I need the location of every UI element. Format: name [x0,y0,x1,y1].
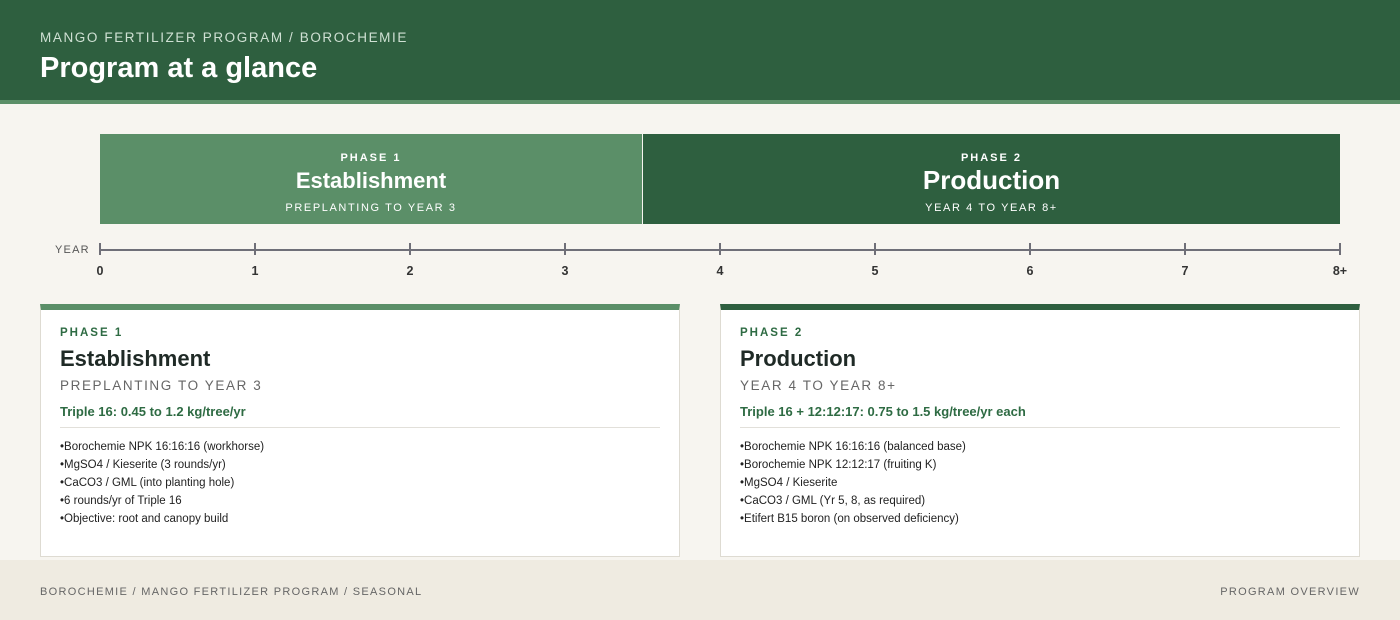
phase-2-card-range: YEAR 4 TO YEAR 8+ [740,378,897,393]
timeline-tick [1339,243,1341,255]
phase-2-band-kicker: PHASE 2 [960,152,1023,164]
timeline-tick [1029,243,1031,255]
list-item: Borochemie NPK 16:16:16 (balanced base) [740,438,966,456]
page-header: MANGO FERTILIZER PROGRAM / BOROCHEMIE Pr… [0,0,1400,104]
timeline-tick [99,243,101,255]
phase-1-product-list: Borochemie NPK 16:16:16 (workhorse) MgSO… [60,438,264,528]
phase-1-card: PHASE 1 Establishment PREPLANTING TO YEA… [40,304,680,557]
list-item: MgSO4 / Kieserite [740,474,966,492]
list-item: CaCO3 / GML (into planting hole) [60,474,264,492]
page-footer: BOROCHEMIE / MANGO FERTILIZER PROGRAM / … [0,560,1400,620]
card-divider [60,427,660,428]
timeline-tick-label: 1 [251,264,259,278]
timeline-tick [1184,243,1186,255]
phase-2-card-rate: Triple 16 + 12:12:17: 0.75 to 1.5 kg/tre… [740,404,1026,419]
list-item: Borochemie NPK 12:12:17 (fruiting K) [740,456,966,474]
timeline-tick-label: 4 [716,264,724,278]
timeline-tick [254,243,256,255]
phase-1-band-name: Establishment [295,168,447,193]
phase-2-card-kicker: PHASE 2 [740,327,804,339]
timeline-tick-label: 0 [96,264,104,278]
timeline-tick-label: 5 [871,264,879,278]
timeline-tick-label: 7 [1181,264,1189,278]
list-item: Borochemie NPK 16:16:16 (workhorse) [60,438,264,456]
phase-1-card-name: Establishment [60,346,211,371]
phase-2-card-name: Production [740,346,857,371]
timeline-tick [719,243,721,255]
phase-2-band-name: Production [922,165,1061,195]
timeline-tick [409,243,411,255]
timeline-tick-label: 3 [561,264,569,278]
phase-2-product-list: Borochemie NPK 16:16:16 (balanced base) … [740,438,966,528]
timeline-tick-label: 6 [1026,264,1034,278]
card-divider [740,427,1340,428]
phase-2-card: PHASE 2 Production YEAR 4 TO YEAR 8+ Tri… [720,304,1360,557]
list-item: MgSO4 / Kieserite (3 rounds/yr) [60,456,264,474]
header-eyebrow: MANGO FERTILIZER PROGRAM / BOROCHEMIE [40,30,408,45]
phase-2-band: PHASE 2 Production YEAR 4 TO YEAR 8+ [643,134,1340,224]
footer-breadcrumb: BOROCHEMIE / MANGO FERTILIZER PROGRAM / … [40,586,423,598]
list-item: Objective: root and canopy build [60,510,264,528]
year-timeline: YEAR 0 1 2 3 4 5 6 7 8+ [0,230,1400,290]
list-item: 6 rounds/yr of Triple 16 [60,492,264,510]
timeline-tick-label: 8+ [1332,264,1348,278]
list-item: Etifert B15 boron (on observed deficienc… [740,510,966,528]
footer-section-label: PROGRAM OVERVIEW [1220,586,1360,598]
timeline-tick [874,243,876,255]
phase-1-band-kicker: PHASE 1 [340,152,402,164]
phase-1-card-kicker: PHASE 1 [60,327,124,339]
phase-1-band-range: PREPLANTING TO YEAR 3 [285,202,457,214]
phase-1-card-range: PREPLANTING TO YEAR 3 [60,378,263,393]
phase-2-band-range: YEAR 4 TO YEAR 8+ [925,202,1058,214]
timeline-tick [564,243,566,255]
page-title: Program at a glance [40,52,318,84]
timeline-tick-label: 2 [406,264,414,278]
list-item: CaCO3 / GML (Yr 5, 8, as required) [740,492,966,510]
phase-1-card-rate: Triple 16: 0.45 to 1.2 kg/tree/yr [60,404,246,419]
phase-1-band: PHASE 1 Establishment PREPLANTING TO YEA… [100,134,642,224]
timeline-axis-label: YEAR [55,244,90,256]
